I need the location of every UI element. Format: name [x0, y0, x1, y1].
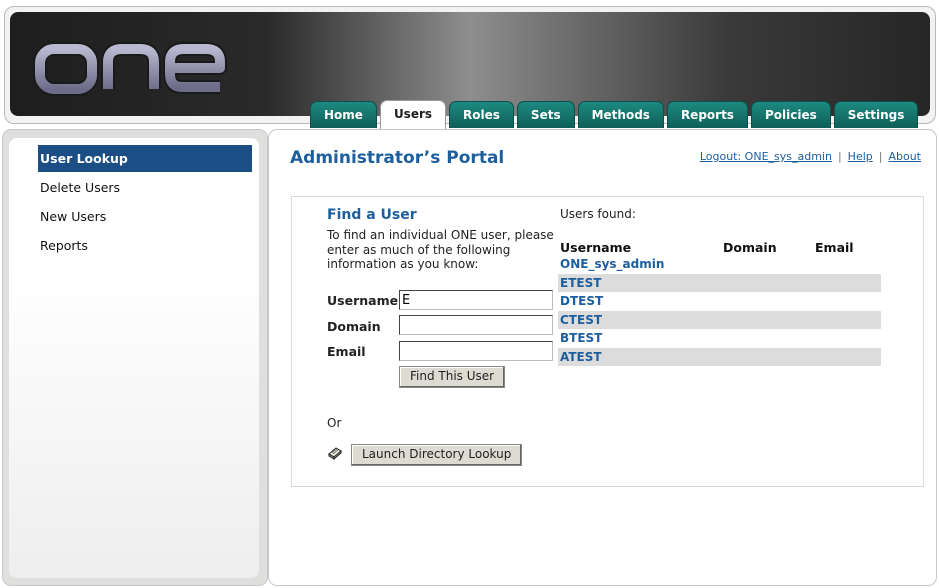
table-row: ATEST — [558, 348, 881, 366]
username-field[interactable] — [399, 290, 553, 310]
sidebar-item-new-users[interactable]: New Users — [38, 203, 252, 230]
sidebar-item-user-lookup[interactable]: User Lookup — [38, 145, 252, 172]
tab-policies[interactable]: Policies — [750, 101, 831, 128]
sidebar-item-reports[interactable]: Reports — [38, 232, 252, 259]
tab-home[interactable]: Home — [310, 101, 377, 128]
username-link[interactable]: ONE_sys_admin — [558, 257, 664, 271]
domain-label: Domain — [327, 319, 381, 334]
tab-methods[interactable]: Methods — [577, 101, 664, 128]
table-row: ETEST — [558, 274, 881, 292]
find-user-heading: Find a User — [327, 207, 417, 223]
tab-users[interactable]: Users — [379, 100, 447, 130]
logout-link[interactable]: Logout: ONE_sys_admin — [700, 150, 832, 163]
sidebar-item-delete-users[interactable]: Delete Users — [38, 174, 252, 201]
email-label: Email — [327, 344, 366, 359]
tab-sets[interactable]: Sets — [516, 101, 575, 128]
link-divider: | — [837, 150, 842, 163]
column-header-domain: Domain — [723, 240, 777, 255]
column-header-username: Username — [560, 240, 632, 255]
table-row: CTEST — [558, 311, 881, 329]
username-link[interactable]: ETEST — [558, 276, 601, 290]
help-link[interactable]: Help — [848, 150, 873, 163]
launch-directory-lookup-button[interactable]: Launch Directory Lookup — [351, 444, 523, 466]
page-title: Administrator’s Portal — [290, 148, 505, 168]
username-link[interactable]: BTEST — [558, 331, 602, 345]
username-link[interactable]: ATEST — [558, 350, 602, 364]
about-link[interactable]: About — [888, 150, 921, 163]
tab-reports[interactable]: Reports — [666, 101, 748, 128]
tab-roles[interactable]: Roles — [449, 101, 514, 128]
tab-settings[interactable]: Settings — [833, 101, 919, 128]
or-text: Or — [327, 416, 342, 430]
table-row: DTEST — [558, 292, 881, 310]
table-row: ONE_sys_admin — [558, 255, 881, 273]
table-row: BTEST — [558, 329, 881, 347]
one-logo — [33, 42, 227, 96]
main-nav-tabs: Home Users Roles Sets Methods Reports Po… — [310, 100, 921, 130]
link-divider: | — [878, 150, 883, 163]
username-link[interactable]: CTEST — [558, 313, 602, 327]
users-found-label: Users found: — [560, 207, 636, 221]
domain-field[interactable] — [399, 315, 553, 335]
username-label: Username — [327, 293, 399, 308]
top-links: Logout: ONE_sys_admin | Help | About — [700, 150, 921, 163]
email-field[interactable] — [399, 341, 553, 361]
directory-book-icon — [328, 447, 342, 460]
column-header-email: Email — [815, 240, 854, 255]
find-this-user-button[interactable]: Find This User — [399, 366, 506, 388]
find-user-instructions: To find an individual ONE user, please e… — [327, 228, 554, 271]
username-link[interactable]: DTEST — [558, 294, 603, 308]
